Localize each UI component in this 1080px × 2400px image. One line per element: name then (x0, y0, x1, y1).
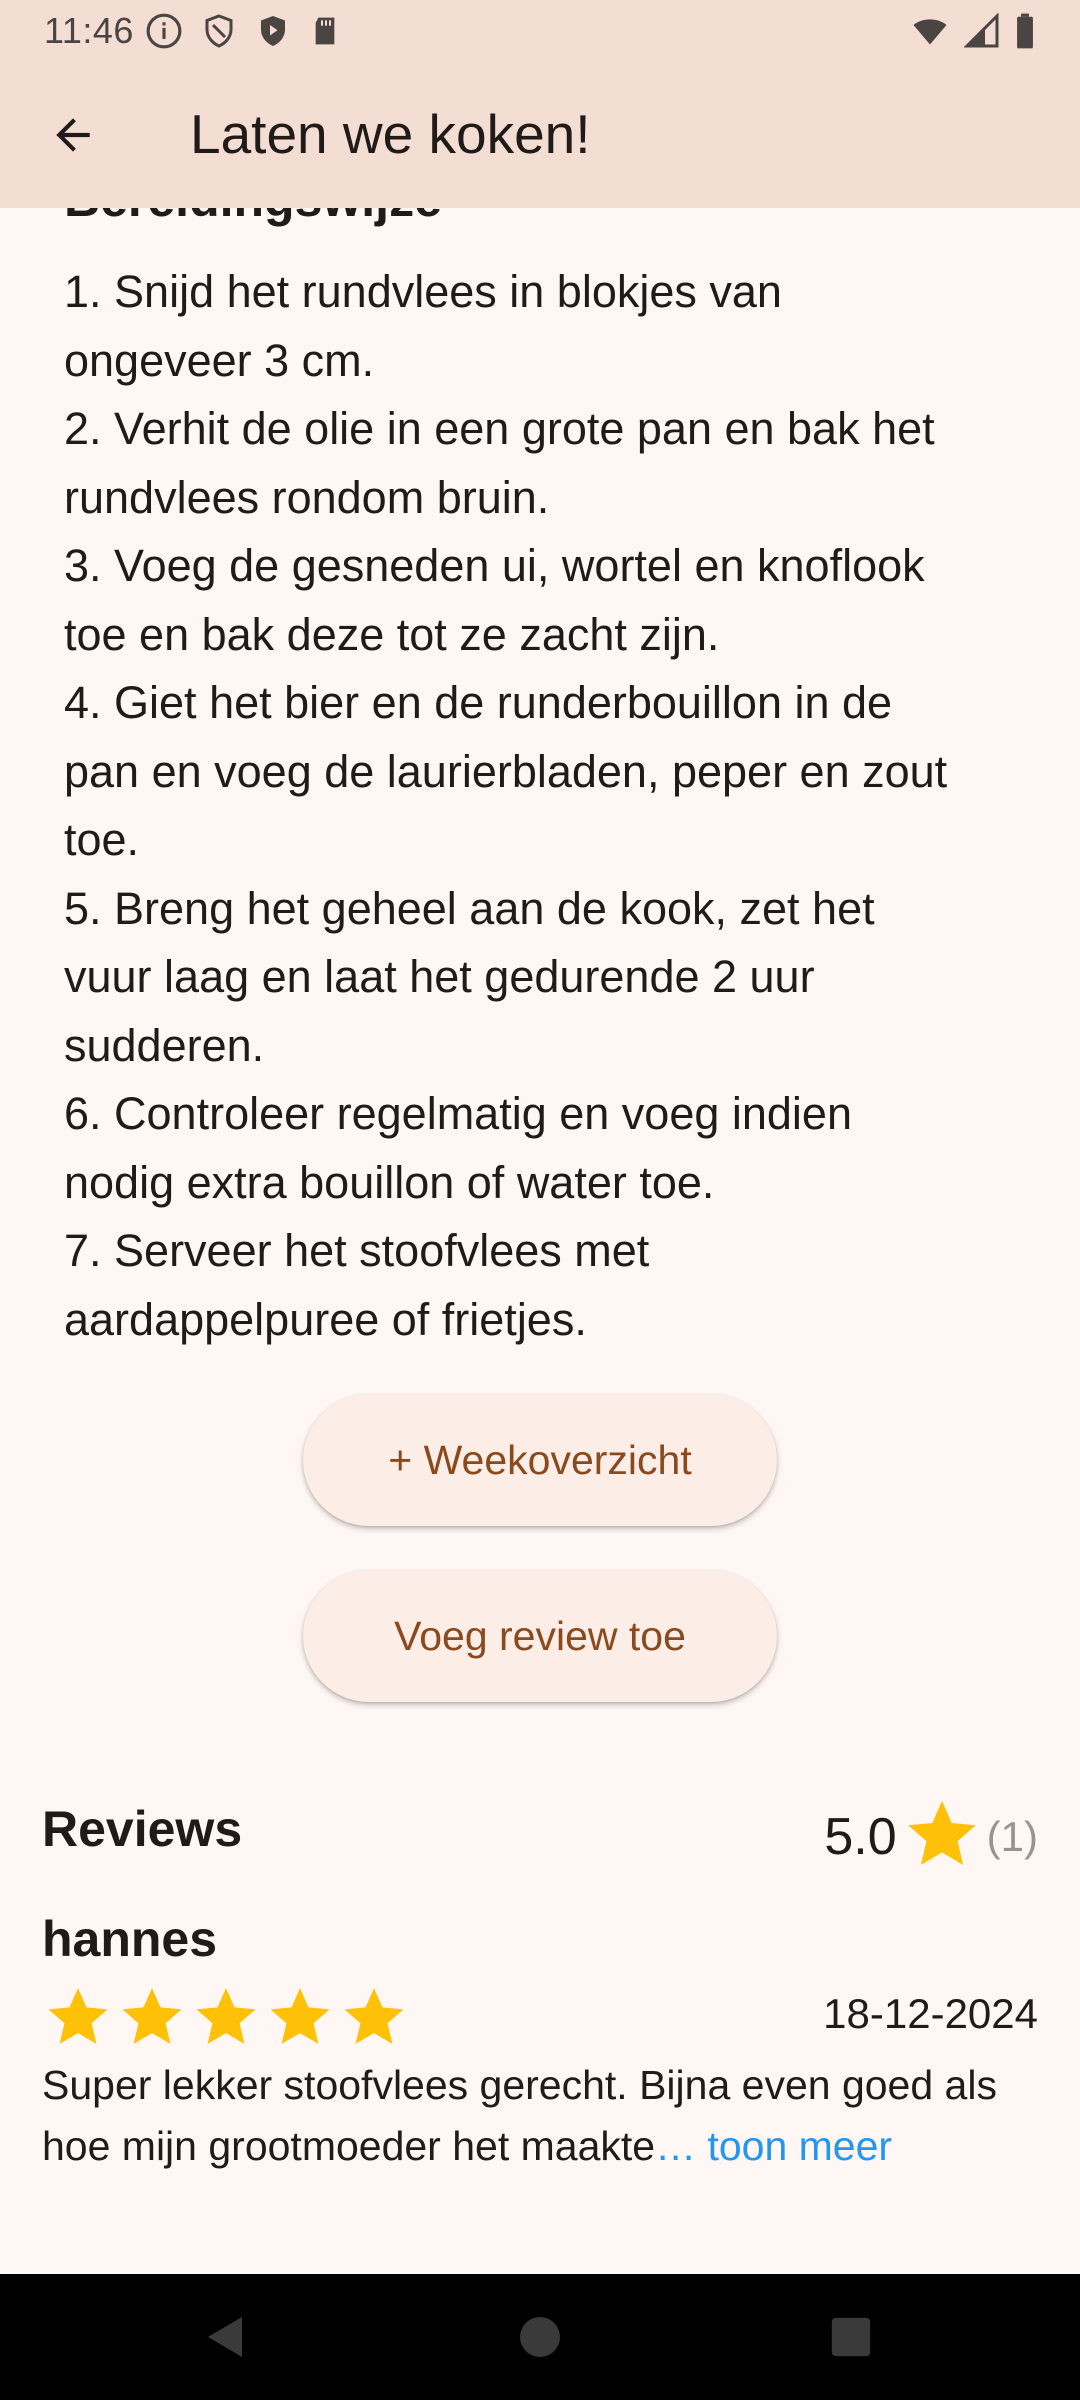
status-time: 11:46 (44, 10, 134, 51)
step-line: toe. (64, 814, 140, 865)
step-line: pan en voeg de laurierbladen, peper en z… (64, 745, 948, 797)
star-icon (48, 1988, 108, 2044)
nav-home-icon[interactable] (516, 2312, 564, 2362)
info-icon (145, 12, 183, 59)
step-line: 6. Controleer regelmatig en voeg indien (64, 1088, 852, 1139)
rating-summary: 5.0 (1) (824, 1795, 1038, 1878)
add-to-week-overview-button[interactable]: + Weekoverzicht (303, 1394, 777, 1526)
step-line: rundvlees rondom bruin. (64, 471, 550, 523)
review-text: Super lekker stoofvlees gerecht. Bijna e… (42, 2055, 1042, 2177)
add-review-button[interactable]: Voeg review toe (303, 1570, 777, 1702)
star-icon (196, 1988, 256, 2044)
app-bar: Laten we koken! (0, 62, 1080, 208)
back-button[interactable] (40, 102, 106, 168)
step-line: 7. Serveer het stoofvlees met (64, 1225, 650, 1276)
status-bar: 11:46 (0, 0, 1080, 62)
review-author: hannes (42, 1911, 218, 1967)
nav-back-icon[interactable] (202, 2312, 250, 2362)
step-line: ongeveer 3 cm. (64, 334, 375, 386)
system-nav-bar (0, 2274, 1080, 2400)
review-rating-stars (44, 1983, 408, 2051)
shield-outline-icon (201, 12, 237, 59)
step-line: toe en bak deze tot ze zacht zijn. (64, 608, 720, 660)
battery-icon (1014, 12, 1036, 59)
step-line: vuur laag en laat het gedurende 2 uur (64, 951, 815, 1002)
shield-play-icon (255, 12, 291, 59)
signal-icon (963, 12, 1000, 58)
star-icon (344, 1988, 404, 2044)
review-count: (1) (986, 1812, 1038, 1860)
star-icon (270, 1988, 330, 2044)
step-line: 1. Snijd het rundvlees in blokjes van (64, 266, 782, 317)
step-line: aardappelpuree of frietjes. (64, 1293, 587, 1345)
step-line: 4. Giet het bier en de runderbouillon in… (64, 677, 893, 728)
wifi-icon (910, 13, 950, 58)
step-line: nodig extra bouillon of water toe. (64, 1156, 715, 1208)
average-rating: 5.0 (824, 1807, 897, 1866)
star-icon (122, 1988, 182, 2044)
step-line: 2. Verhit de olie in een grote pan en ba… (64, 403, 935, 454)
sd-card-icon (309, 13, 341, 58)
nav-recents-icon[interactable] (828, 2312, 874, 2362)
preparation-steps: 1. Snijd het rundvlees in blokjes van on… (64, 258, 1024, 1354)
arrow-back-icon (56, 118, 90, 152)
page-title: Laten we koken! (190, 103, 591, 165)
review-date: 18-12-2024 (823, 1990, 1038, 2037)
step-line: 3. Voeg de gesneden ui, wortel en knoflo… (64, 540, 925, 591)
show-more-link[interactable]: … toon meer (655, 2123, 892, 2169)
step-line: sudderen. (64, 1019, 265, 1071)
reviews-title: Reviews (42, 1801, 243, 1857)
star-icon (903, 1795, 981, 1878)
step-line: 5. Breng het geheel aan de kook, zet het (64, 882, 875, 934)
